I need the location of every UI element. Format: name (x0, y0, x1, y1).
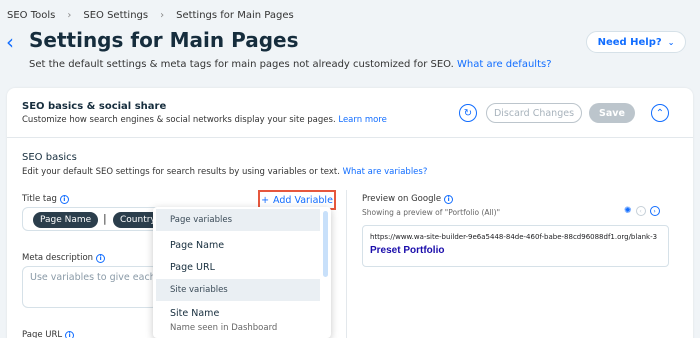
dropdown-item-page-name[interactable]: Page Name (156, 234, 320, 256)
google-preview-title: Preset Portfolio (370, 245, 445, 256)
info-icon[interactable]: i (59, 194, 69, 204)
page-subtitle: Set the default settings & meta tags for… (29, 59, 552, 70)
dropdown-item-site-name-note: Name seen in Dashboard (170, 323, 278, 333)
learn-more-link[interactable]: Learn more (338, 115, 386, 125)
chevron-right-icon: › (67, 10, 72, 21)
back-arrow-icon[interactable]: ‹ (6, 30, 14, 54)
separator-text: | (103, 212, 107, 225)
page-url-label-text: Page URL (22, 330, 63, 338)
seo-basics-subtitle-text: Edit your default SEO settings for searc… (22, 167, 340, 177)
card-subtitle-text: Customize how search engines & social ne… (22, 115, 336, 125)
meta-description-label: Meta description i (22, 253, 106, 263)
page-title: Settings for Main Pages (29, 28, 299, 52)
lightbulb-icon[interactable]: ✺ (624, 206, 632, 216)
info-icon[interactable]: i (65, 330, 75, 338)
breadcrumb-current: Settings for Main Pages (176, 10, 294, 21)
dropdown-item-page-url[interactable]: Page URL (156, 256, 320, 278)
chevron-right-icon: › (160, 10, 165, 21)
what-are-variables-link[interactable]: What are variables? (343, 167, 428, 177)
breadcrumb-seo-tools[interactable]: SEO Tools (7, 10, 55, 21)
breadcrumb: SEO Tools › SEO Settings › Settings for … (7, 10, 294, 21)
save-button[interactable]: Save (589, 103, 635, 123)
divider (346, 190, 347, 338)
add-variable-label: Add Variable (273, 194, 333, 206)
meta-description-label-text: Meta description (22, 253, 94, 263)
title-tag-label: Title tag i (22, 194, 69, 204)
discard-changes-button[interactable]: Discard Changes (486, 103, 582, 123)
breadcrumb-seo-settings[interactable]: SEO Settings (83, 10, 148, 21)
info-icon[interactable]: i (444, 194, 454, 204)
reset-icon[interactable]: ↻ (459, 104, 477, 122)
page-subtitle-text: Set the default settings & meta tags for… (29, 59, 454, 70)
card-subtitle: Customize how search engines & social ne… (22, 115, 387, 125)
dropdown-scrollbar[interactable] (323, 211, 328, 277)
divider (7, 137, 693, 138)
next-arrow-icon[interactable]: › (649, 206, 660, 216)
plus-icon: + (261, 194, 270, 206)
preview-subtitle: Showing a preview of "Portfolio (All)" (362, 208, 501, 217)
preview-controls: ✺ ‹ › (624, 206, 660, 216)
dropdown-item-site-name[interactable]: Site Name (156, 305, 320, 321)
dropdown-group-page-variables: Page variables (156, 209, 320, 231)
page-name-chip[interactable]: Page Name (33, 212, 99, 228)
info-icon[interactable]: i (96, 253, 106, 263)
preview-title: Preview on Google i (362, 194, 454, 204)
what-are-defaults-link[interactable]: What are defaults? (457, 59, 552, 70)
page-url-label: Page URL i (22, 330, 75, 338)
meta-description-placeholder: Use variables to give each (30, 272, 154, 283)
dropdown-group-site-variables: Site variables (156, 279, 320, 301)
seo-basics-title: SEO basics (22, 152, 77, 163)
card-title: SEO basics & social share (22, 101, 167, 112)
preview-title-text: Preview on Google (362, 194, 442, 204)
seo-basics-subtitle: Edit your default SEO settings for searc… (22, 167, 427, 177)
google-preview-url: https://www.wa-site-builder-9e6a5448-84d… (370, 233, 658, 241)
title-tag-label-text: Title tag (22, 194, 57, 204)
collapse-chevron-up-icon[interactable]: ⌃ (651, 104, 669, 122)
previous-arrow-icon[interactable]: ‹ (635, 206, 646, 216)
need-help-button[interactable]: Need Help? ⌄ (586, 31, 686, 53)
chevron-down-icon: ⌄ (667, 37, 675, 47)
need-help-label: Need Help? (597, 36, 662, 48)
